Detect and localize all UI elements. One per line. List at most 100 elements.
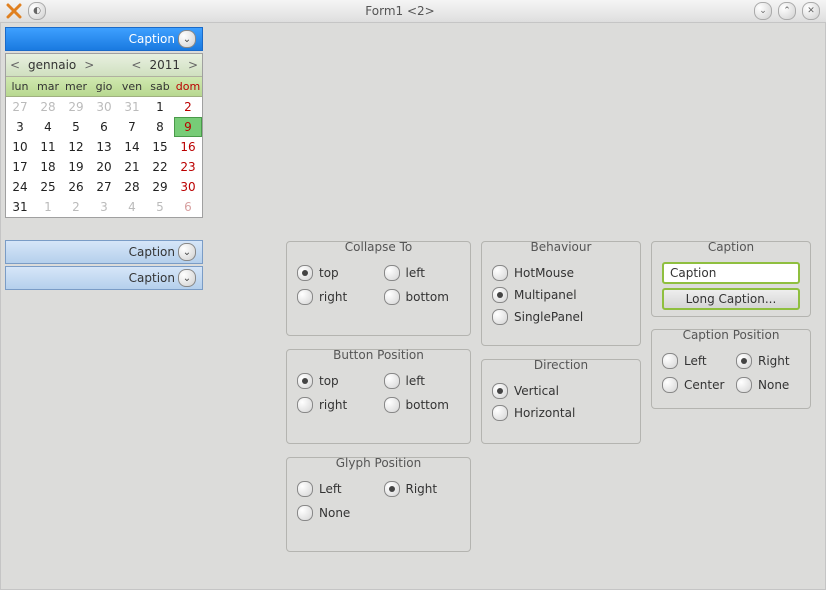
calendar-day[interactable]: 25	[34, 177, 62, 197]
calendar-day[interactable]: 3	[6, 117, 34, 137]
group-title: Button Position	[287, 348, 470, 362]
radio-btnpos-right[interactable]: right	[297, 394, 374, 416]
calendar-day[interactable]: 27	[90, 177, 118, 197]
year-label: 2011	[145, 58, 184, 72]
radio-btnpos-top[interactable]: top	[297, 370, 374, 392]
calendar-day[interactable]: 13	[90, 137, 118, 157]
group-caption: Caption Caption Long Caption...	[651, 241, 811, 317]
calendar-day[interactable]: 29	[146, 177, 174, 197]
group-caption-position: Caption Position Left Right Center None	[651, 329, 811, 409]
calendar-day[interactable]: 4	[118, 197, 146, 217]
calendar-day[interactable]: 18	[34, 157, 62, 177]
radio-cappos-right[interactable]: Right	[736, 350, 800, 372]
calendar-day[interactable]: 12	[62, 137, 90, 157]
calendar-day[interactable]: 31	[6, 197, 34, 217]
calendar-day[interactable]: 20	[90, 157, 118, 177]
caption-bar-3[interactable]: Caption ⌄	[5, 266, 203, 290]
calendar-dow: mer	[62, 77, 90, 96]
calendar-day[interactable]: 26	[62, 177, 90, 197]
radio-collapse-right[interactable]: right	[297, 286, 374, 308]
maximize-button[interactable]: ⌃	[778, 2, 796, 20]
caption-bar-2[interactable]: Caption ⌄	[5, 240, 203, 264]
calendar-dow: mar	[34, 77, 62, 96]
group-title: Behaviour	[482, 240, 640, 254]
long-caption-button[interactable]: Long Caption...	[662, 288, 800, 310]
calendar-day[interactable]: 27	[6, 97, 34, 117]
calendar-day[interactable]: 21	[118, 157, 146, 177]
radio-glyph-right[interactable]: Right	[384, 478, 461, 500]
calendar-day[interactable]: 6	[174, 197, 202, 217]
radio-glyph-left[interactable]: Left	[297, 478, 374, 500]
calendar-header: lunmarmergiovensabdom	[6, 77, 202, 97]
calendar-day[interactable]: 23	[174, 157, 202, 177]
calendar-day[interactable]: 30	[90, 97, 118, 117]
caption-bar-label: Caption	[129, 271, 175, 285]
calendar-day[interactable]: 2	[62, 197, 90, 217]
calendar-day[interactable]: 10	[6, 137, 34, 157]
year-prev-button[interactable]: <	[127, 58, 145, 72]
caption-input[interactable]: Caption	[662, 262, 800, 284]
calendar-dow: lun	[6, 77, 34, 96]
calendar-day[interactable]: 17	[6, 157, 34, 177]
caption-bar-1[interactable]: Caption ⌄	[5, 27, 203, 51]
calendar-dow: dom	[174, 77, 202, 96]
calendar-day[interactable]: 19	[62, 157, 90, 177]
calendar-day[interactable]: 5	[146, 197, 174, 217]
calendar-day[interactable]: 3	[90, 197, 118, 217]
group-direction: Direction Vertical Horizontal	[481, 359, 641, 444]
group-title: Collapse To	[287, 240, 470, 254]
year-next-button[interactable]: >	[184, 58, 202, 72]
calendar-dow: gio	[90, 77, 118, 96]
calendar-day[interactable]: 24	[6, 177, 34, 197]
month-next-button[interactable]: >	[80, 58, 98, 72]
radio-btnpos-bottom[interactable]: bottom	[384, 394, 461, 416]
group-title: Direction	[482, 358, 640, 372]
calendar-day[interactable]: 1	[146, 97, 174, 117]
calendar-day[interactable]: 8	[146, 117, 174, 137]
radio-behaviour-multipanel[interactable]: Multipanel	[492, 284, 630, 306]
month-prev-button[interactable]: <	[6, 58, 24, 72]
radio-cappos-left[interactable]: Left	[662, 350, 726, 372]
calendar-day[interactable]: 30	[174, 177, 202, 197]
calendar-day[interactable]: 28	[34, 97, 62, 117]
app-icon	[6, 3, 22, 19]
radio-cappos-none[interactable]: None	[736, 374, 800, 396]
radio-direction-vertical[interactable]: Vertical	[492, 380, 630, 402]
radio-collapse-bottom[interactable]: bottom	[384, 286, 461, 308]
calendar-day[interactable]: 7	[118, 117, 146, 137]
calendar-nav: < gennaio > < 2011 >	[6, 54, 202, 77]
rollup-button[interactable]: ⌄	[754, 2, 772, 20]
calendar-day[interactable]: 29	[62, 97, 90, 117]
radio-collapse-left[interactable]: left	[384, 262, 461, 284]
shade-button[interactable]: ◐	[28, 2, 46, 20]
radio-direction-horizontal[interactable]: Horizontal	[492, 402, 630, 424]
calendar-day[interactable]: 16	[174, 137, 202, 157]
radio-glyph-none[interactable]: None	[297, 502, 374, 524]
radio-cappos-center[interactable]: Center	[662, 374, 726, 396]
form-body: Caption ⌄ < gennaio > < 2011 > lunmarmer…	[0, 22, 826, 590]
calendar-day[interactable]: 14	[118, 137, 146, 157]
calendar-day[interactable]: 22	[146, 157, 174, 177]
calendar-day[interactable]: 31	[118, 97, 146, 117]
calendar-day[interactable]: 9	[174, 117, 202, 137]
calendar-day[interactable]: 15	[146, 137, 174, 157]
calendar-day[interactable]: 1	[34, 197, 62, 217]
calendar-day[interactable]: 4	[34, 117, 62, 137]
rollout-stack: Caption ⌄ < gennaio > < 2011 > lunmarmer…	[5, 27, 203, 292]
radio-collapse-top[interactable]: top	[297, 262, 374, 284]
radio-behaviour-hotmouse[interactable]: HotMouse	[492, 262, 630, 284]
radio-btnpos-left[interactable]: left	[384, 370, 461, 392]
radio-behaviour-singlepanel[interactable]: SinglePanel	[492, 306, 630, 328]
calendar-day[interactable]: 6	[90, 117, 118, 137]
window-title: Form1 <2>	[52, 4, 748, 18]
chevron-down-icon: ⌄	[178, 269, 196, 287]
group-behaviour: Behaviour HotMouse Multipanel SinglePane…	[481, 241, 641, 346]
close-button[interactable]: ✕	[802, 2, 820, 20]
calendar-day[interactable]: 2	[174, 97, 202, 117]
chevron-down-icon: ⌄	[178, 243, 196, 261]
group-title: Caption Position	[652, 328, 810, 342]
calendar-day[interactable]: 11	[34, 137, 62, 157]
calendar-day[interactable]: 5	[62, 117, 90, 137]
month-label: gennaio	[24, 58, 80, 72]
calendar-day[interactable]: 28	[118, 177, 146, 197]
